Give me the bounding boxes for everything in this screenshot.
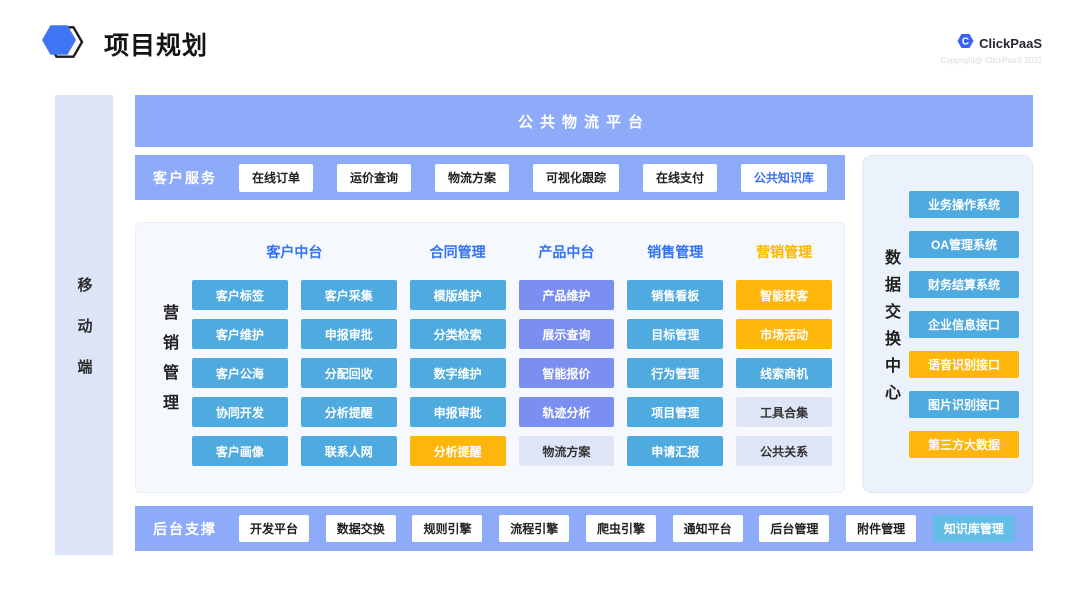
backend-support-item[interactable]: 通知平台: [673, 515, 743, 542]
backend-support-item[interactable]: 附件管理: [846, 515, 916, 542]
data-exchange-side: 数据交换中心: [871, 156, 909, 492]
hexagon-icon: [38, 19, 88, 70]
brand: C ClickPaaS Copyright@ ClickPaaS 2022: [940, 32, 1042, 65]
matrix-cell[interactable]: 行为管理: [627, 358, 723, 388]
matrix-panel: 营销管理 客户中台合同管理产品中台销售管理营销管理客户标签客户采集模版维护产品维…: [135, 222, 845, 493]
customer-service-label: 客户服务: [153, 168, 217, 188]
customer-service-item[interactable]: 在线订单: [239, 164, 313, 192]
backend-support-item[interactable]: 规则引擎: [412, 515, 482, 542]
data-exchange-item[interactable]: 语音识别接口: [909, 351, 1019, 378]
backend-support-item[interactable]: 数据交换: [326, 515, 396, 542]
matrix-cell[interactable]: 产品维护: [519, 280, 615, 310]
data-exchange-item[interactable]: OA管理系统: [909, 231, 1019, 258]
matrix-cell[interactable]: 物流方案: [519, 436, 615, 466]
matrix-cell[interactable]: 申报审批: [410, 397, 506, 427]
matrix-cell[interactable]: 销售看板: [627, 280, 723, 310]
customer-service-item[interactable]: 物流方案: [435, 164, 509, 192]
matrix-cell[interactable]: 目标管理: [627, 319, 723, 349]
backend-support-items: 开发平台数据交换规则引擎流程引擎爬虫引擎通知平台后台管理附件管理知识库管理: [239, 515, 1015, 542]
backend-support-label: 后台支撑: [153, 519, 217, 539]
backend-support-item[interactable]: 流程引擎: [499, 515, 569, 542]
backend-support-item[interactable]: 知识库管理: [933, 515, 1015, 542]
data-exchange-item[interactable]: 财务结算系统: [909, 271, 1019, 298]
svg-text:C: C: [962, 36, 969, 47]
clickpaas-logo-icon: C: [957, 32, 974, 55]
matrix-cell[interactable]: 工具合集: [736, 397, 832, 427]
center-column: 公共物流平台 客户服务 在线订单运价查询物流方案可视化跟踪在线支付公共知识库 营…: [135, 95, 1033, 551]
app-header: 项目规划 C ClickPaaS Copyright@ ClickPaaS 20…: [38, 14, 1042, 74]
matrix-cell[interactable]: 模版维护: [410, 280, 506, 310]
top-banner-label: 公共物流平台: [518, 111, 650, 132]
matrix-column-header: 产品中台: [519, 233, 615, 271]
matrix-cell[interactable]: 展示查询: [519, 319, 615, 349]
data-exchange-item[interactable]: 企业信息接口: [909, 311, 1019, 338]
matrix-cell[interactable]: 客户采集: [301, 280, 397, 310]
backend-support-item[interactable]: 爬虫引擎: [586, 515, 656, 542]
customer-service-item[interactable]: 运价查询: [337, 164, 411, 192]
matrix-cell[interactable]: 客户维护: [192, 319, 288, 349]
data-exchange-items: 业务操作系统 OA管理系统财务结算系统企业信息接口语音识别接口图片识别接口第三方大…: [909, 156, 1019, 492]
brand-name: ClickPaaS: [979, 36, 1042, 51]
customer-service-bar: 客户服务 在线订单运价查询物流方案可视化跟踪在线支付公共知识库: [135, 155, 845, 200]
matrix-side-label: 营销管理: [156, 290, 180, 424]
data-exchange-item[interactable]: 业务操作系统: [909, 191, 1019, 218]
matrix-cell[interactable]: 协同开发: [192, 397, 288, 427]
matrix-cell[interactable]: 申报审批: [301, 319, 397, 349]
copyright-text: Copyright@ ClickPaaS 2022: [940, 56, 1042, 65]
customer-service-items: 在线订单运价查询物流方案可视化跟踪在线支付公共知识库: [239, 164, 827, 192]
data-exchange-item[interactable]: 第三方大数据: [909, 431, 1019, 458]
data-exchange-item[interactable]: 图片识别接口: [909, 391, 1019, 418]
matrix-column-header: 销售管理: [627, 233, 723, 271]
matrix-side: 营销管理: [144, 233, 192, 480]
matrix-cell[interactable]: 客户标签: [192, 280, 288, 310]
customer-service-item[interactable]: 可视化跟踪: [533, 164, 619, 192]
matrix-column-header: 客户中台: [192, 233, 397, 271]
mobile-side-bar-label: 移动端: [74, 251, 95, 400]
matrix-cell[interactable]: 分类检索: [410, 319, 506, 349]
page-title: 项目规划: [104, 26, 208, 62]
customer-service-item[interactable]: 公共知识库: [741, 164, 827, 192]
backend-support-item[interactable]: 开发平台: [239, 515, 309, 542]
matrix-cell[interactable]: 分配回收: [301, 358, 397, 388]
matrix-column-header: 合同管理: [410, 233, 506, 271]
customer-service-item[interactable]: 在线支付: [643, 164, 717, 192]
top-banner: 公共物流平台: [135, 95, 1033, 147]
matrix-cell[interactable]: 联系人网: [301, 436, 397, 466]
matrix-cell[interactable]: 分析提醒: [301, 397, 397, 427]
data-exchange-label: 数据交换中心: [878, 238, 902, 411]
matrix-cell[interactable]: 线索商机: [736, 358, 832, 388]
mobile-side-bar: 移动端: [55, 95, 113, 555]
matrix-cell[interactable]: 智能获客: [736, 280, 832, 310]
matrix-cell[interactable]: 公共关系: [736, 436, 832, 466]
data-exchange-panel: 数据交换中心 业务操作系统 OA管理系统财务结算系统企业信息接口语音识别接口图片识…: [862, 155, 1033, 493]
matrix-grid: 客户中台合同管理产品中台销售管理营销管理客户标签客户采集模版维护产品维护销售看板…: [192, 233, 832, 480]
matrix-cell[interactable]: 市场活动: [736, 319, 832, 349]
matrix-cell[interactable]: 智能报价: [519, 358, 615, 388]
matrix-cell[interactable]: 客户画像: [192, 436, 288, 466]
backend-support-item[interactable]: 后台管理: [759, 515, 829, 542]
matrix-cell[interactable]: 分析提醒: [410, 436, 506, 466]
backend-support-bar: 后台支撑 开发平台数据交换规则引擎流程引擎爬虫引擎通知平台后台管理附件管理知识库…: [135, 506, 1033, 551]
matrix-cell[interactable]: 申请汇报: [627, 436, 723, 466]
matrix-cell[interactable]: 数字维护: [410, 358, 506, 388]
matrix-cell[interactable]: 项目管理: [627, 397, 723, 427]
matrix-cell[interactable]: 轨迹分析: [519, 397, 615, 427]
matrix-cell[interactable]: 客户公海: [192, 358, 288, 388]
matrix-column-header: 营销管理: [736, 233, 832, 271]
page: 项目规划 C ClickPaaS Copyright@ ClickPaaS 20…: [0, 0, 1080, 608]
